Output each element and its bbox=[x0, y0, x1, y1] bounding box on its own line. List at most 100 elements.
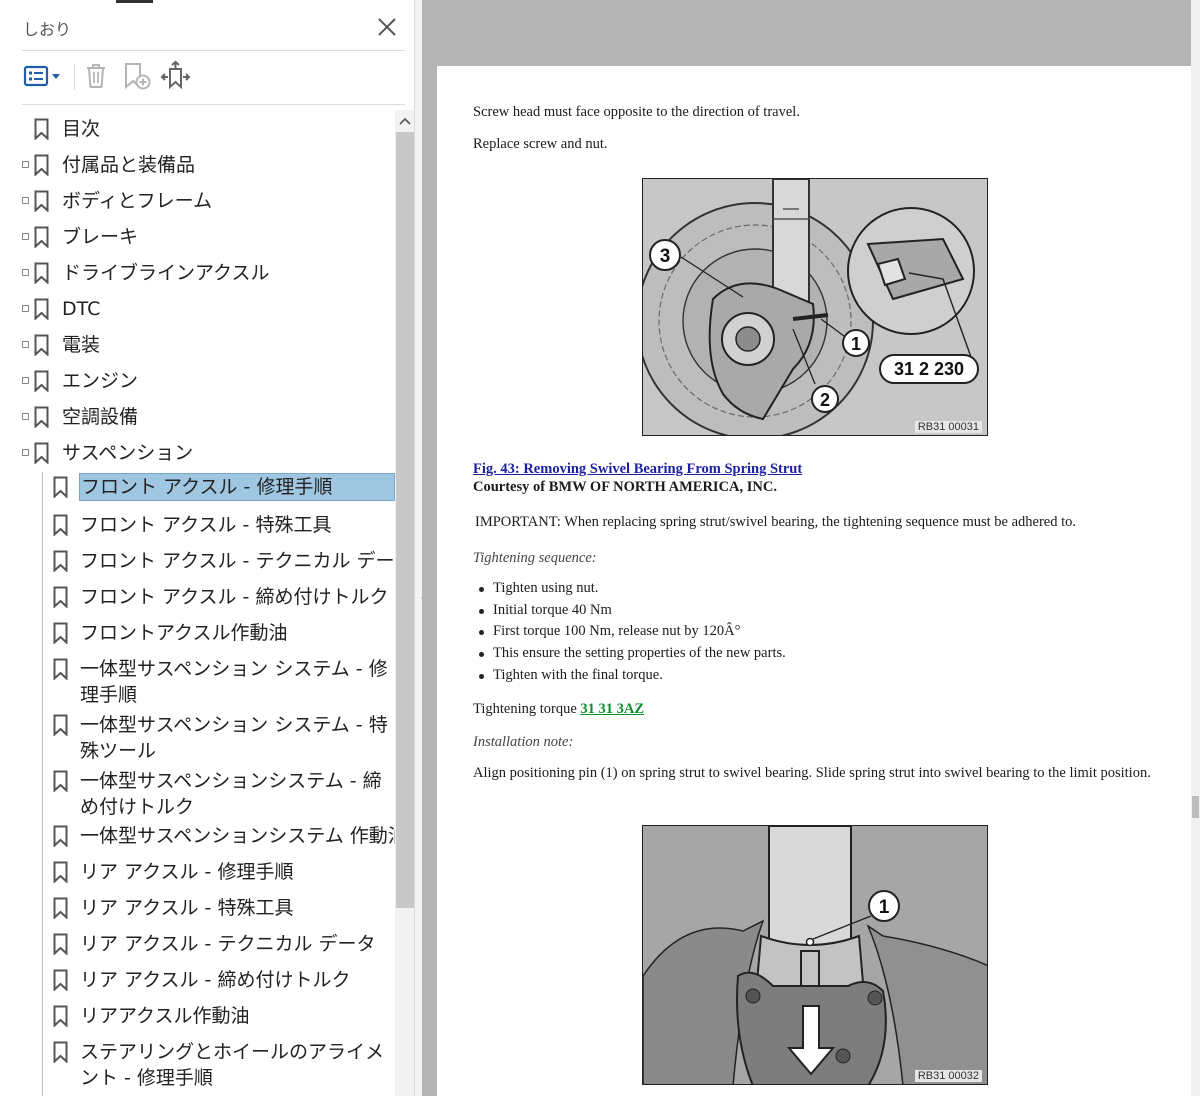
bookmark-item[interactable]: エンジン bbox=[0, 366, 395, 396]
bookmark-item[interactable]: 一体型サスペンションシステム 作動油 bbox=[0, 821, 395, 851]
add-bookmark-icon[interactable] bbox=[120, 58, 154, 94]
bookmark-item[interactable]: 一体型サスペンション システム - 特殊ツール bbox=[0, 710, 395, 764]
trash-icon[interactable] bbox=[80, 58, 112, 94]
bookmark-label: フロント アクスル - テクニカル データ bbox=[80, 550, 395, 572]
bookmark-label: 電装 bbox=[62, 334, 101, 356]
close-icon[interactable] bbox=[376, 16, 398, 38]
bookmark-label: リアアクスル作動油 bbox=[80, 1005, 250, 1027]
bookmark-icon bbox=[34, 190, 49, 212]
bookmark-icon bbox=[34, 370, 49, 392]
bookmark-icon bbox=[53, 658, 68, 680]
expand-toggle[interactable] bbox=[22, 377, 29, 384]
bookmark-item[interactable]: リア アクスル - 修理手順 bbox=[0, 857, 395, 887]
bookmark-item[interactable]: 目次 bbox=[0, 114, 395, 144]
options-list-icon[interactable] bbox=[22, 58, 62, 94]
bookmark-item[interactable]: サスペンション bbox=[0, 438, 395, 468]
bookmark-label: 一体型サスペンションシステム - 締め付けトルク bbox=[80, 770, 382, 818]
bookmark-label: フロント アクスル - 特殊工具 bbox=[80, 514, 332, 536]
document-viewport: Screw head must face opposite to the dir… bbox=[422, 0, 1200, 1096]
expand-toggle[interactable] bbox=[22, 341, 29, 348]
bookmark-item[interactable] bbox=[0, 1092, 395, 1096]
bookmark-label: DTC bbox=[62, 298, 101, 320]
bookmark-icon bbox=[34, 406, 49, 428]
expand-toggle[interactable] bbox=[22, 197, 29, 204]
bookmark-item[interactable]: フロント アクスル - 特殊工具 bbox=[0, 510, 395, 540]
torque-prefix: Tightening torque bbox=[473, 701, 581, 717]
bookmark-icon bbox=[53, 897, 68, 919]
bookmark-item[interactable]: 電装 bbox=[0, 330, 395, 360]
list-item: Tighten using nut. bbox=[473, 578, 786, 600]
bookmark-label: 一体型サスペンション システム - 修理手順 bbox=[80, 658, 388, 706]
bookmark-label: リア アクスル - 特殊工具 bbox=[80, 897, 294, 919]
bookmark-item[interactable]: フロント アクスル - テクニカル データ bbox=[0, 546, 395, 576]
scrollbar-thumb[interactable] bbox=[1192, 796, 1199, 818]
bookmark-item[interactable]: ブレーキ bbox=[0, 222, 395, 252]
bookmark-icon bbox=[34, 226, 49, 248]
bookmark-item[interactable]: ステアリングとホイールのアライメント - 修理手順 bbox=[0, 1037, 395, 1091]
tab-indicator bbox=[116, 0, 153, 3]
important-note: IMPORTANT: When replacing spring strut/s… bbox=[475, 514, 1077, 530]
bookmark-icon bbox=[34, 154, 49, 176]
bookmark-label: リア アクスル - 締め付けトルク bbox=[80, 969, 351, 991]
bookmark-item[interactable]: 一体型サスペンション システム - 修理手順 bbox=[0, 654, 395, 708]
paragraph: Align positioning pin (1) on spring stru… bbox=[473, 765, 1151, 781]
bookmarks-panel: しおり 目次 付属品と装備品 ボディとフレーム ブレーキ ドライブラインアクスル… bbox=[0, 0, 415, 1096]
bookmark-label: サスペンション bbox=[62, 442, 194, 464]
bookmark-item[interactable]: フロントアクスル作動油 bbox=[0, 618, 395, 648]
section-heading: Installation note: bbox=[473, 734, 574, 750]
bookmark-item[interactable]: 付属品と装備品 bbox=[0, 150, 395, 180]
strut-illustration: 3 1 2 31 2 230 bbox=[643, 179, 987, 435]
bookmark-item[interactable]: 空調設備 bbox=[0, 402, 395, 432]
expand-toggle[interactable] bbox=[22, 305, 29, 312]
tool-number: 31 2 230 bbox=[894, 359, 964, 379]
bookmark-item[interactable]: リア アクスル - 特殊工具 bbox=[0, 893, 395, 923]
callout-number: 1 bbox=[879, 897, 890, 918]
list-item: Initial torque 40 Nm bbox=[473, 600, 786, 622]
expand-toggle[interactable] bbox=[22, 161, 29, 168]
bookmark-item[interactable]: リアアクスル作動油 bbox=[0, 1001, 395, 1031]
strut-install-illustration: 1 bbox=[643, 826, 987, 1084]
bookmark-label: 空調設備 bbox=[62, 406, 139, 428]
torque-spec-link[interactable]: 31 31 3AZ bbox=[580, 701, 644, 717]
paragraph: Screw head must face opposite to the dir… bbox=[473, 104, 800, 120]
bookmark-item[interactable]: DTC bbox=[0, 294, 395, 324]
list-item: First torque 100 Nm, release nut by 120Â… bbox=[473, 621, 786, 643]
collapse-toggle[interactable] bbox=[22, 449, 29, 456]
expand-toggle[interactable] bbox=[22, 269, 29, 276]
bookmark-icon bbox=[34, 262, 49, 284]
figure-positioning-pin: 1 RB31 00032 bbox=[642, 825, 988, 1085]
bookmark-item[interactable]: フロント アクスル - 締め付けトルク bbox=[0, 582, 395, 612]
bookmark-scrollbar[interactable] bbox=[395, 110, 414, 1096]
expand-toggle[interactable] bbox=[22, 413, 29, 420]
bookmark-tree: 目次 付属品と装備品 ボディとフレーム ブレーキ ドライブラインアクスル DTC bbox=[0, 110, 395, 1096]
expand-toggle[interactable] bbox=[22, 233, 29, 240]
bookmark-item[interactable]: 一体型サスペンションシステム - 締め付けトルク bbox=[0, 766, 395, 820]
bookmark-icon bbox=[53, 714, 68, 736]
bookmark-icon bbox=[53, 514, 68, 536]
bookmark-label: フロント アクスル - 締め付けトルク bbox=[80, 586, 389, 608]
bookmark-item[interactable]: リア アクスル - テクニカル データ bbox=[0, 929, 395, 959]
bookmark-icon bbox=[53, 933, 68, 955]
bookmark-label: リア アクスル - テクニカル データ bbox=[80, 933, 376, 955]
expand-bookmark-icon[interactable] bbox=[158, 58, 192, 94]
bookmark-icon bbox=[53, 969, 68, 991]
bookmark-icon bbox=[53, 861, 68, 883]
scroll-up-icon[interactable] bbox=[399, 116, 411, 126]
bookmark-icon bbox=[53, 476, 68, 498]
bookmark-icon bbox=[53, 622, 68, 644]
figure-caption-link[interactable]: Fig. 43: Removing Swivel Bearing From Sp… bbox=[473, 460, 802, 478]
callout-number: 3 bbox=[660, 246, 671, 267]
bookmark-item[interactable]: ボディとフレーム bbox=[0, 186, 395, 216]
document-scrollbar[interactable] bbox=[1191, 0, 1200, 1096]
bookmark-label: ブレーキ bbox=[62, 226, 139, 248]
bookmark-label: 目次 bbox=[62, 118, 101, 140]
bookmark-item-selected[interactable]: フロント アクスル - 修理手順 bbox=[0, 472, 395, 506]
bookmark-label: リア アクスル - 修理手順 bbox=[80, 861, 294, 883]
bookmark-icon bbox=[34, 118, 49, 140]
scrollbar-thumb[interactable] bbox=[396, 132, 414, 908]
bookmark-item[interactable]: リア アクスル - 締め付けトルク bbox=[0, 965, 395, 995]
section-heading: Tightening sequence: bbox=[473, 550, 597, 566]
bookmark-item[interactable]: ドライブラインアクスル bbox=[0, 258, 395, 288]
bookmark-icon bbox=[53, 770, 68, 792]
figure-swivel-bearing: 3 1 2 31 2 230 RB31 00031 bbox=[642, 178, 988, 436]
